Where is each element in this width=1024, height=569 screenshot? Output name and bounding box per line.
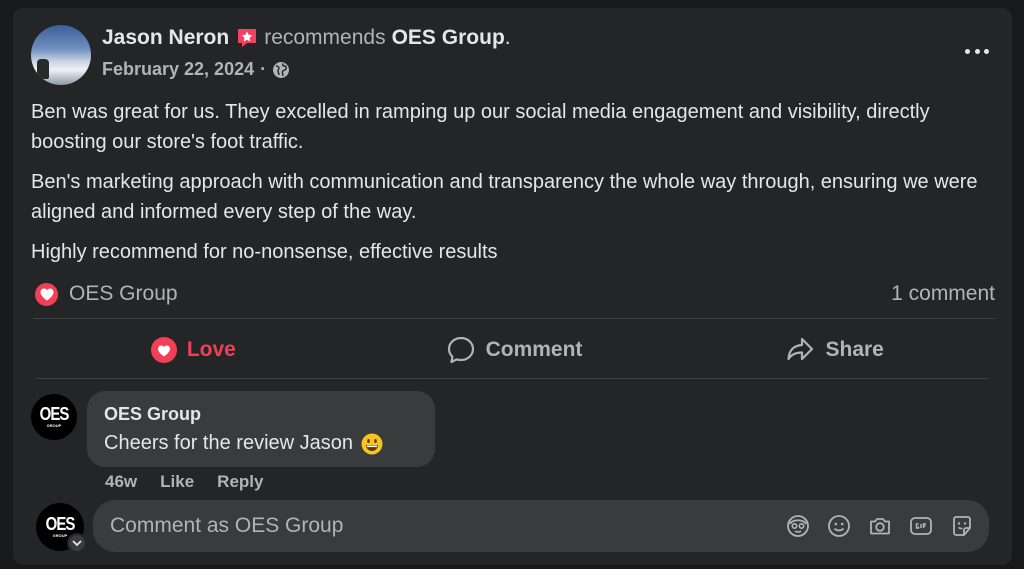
comment-input[interactable]: [110, 514, 750, 538]
comment-text: Cheers for the review Jason: [104, 432, 354, 454]
recommendation-badge-icon: [235, 26, 259, 50]
comment-bubble: OES Group Cheers for the review Jason: [87, 391, 435, 467]
chevron-down-icon: [72, 540, 82, 547]
author-avatar[interactable]: [31, 25, 91, 85]
post-paragraph: Ben's marketing approach with communicat…: [31, 171, 978, 223]
comment-author[interactable]: OES Group: [104, 404, 435, 425]
recommended-page-link[interactable]: OES Group: [392, 26, 505, 50]
post-body: Ben was great for us. They excelled in r…: [31, 97, 991, 277]
share-icon: [787, 337, 814, 361]
comment-meta: 46w Like Reply: [105, 472, 286, 492]
comment-label: Comment: [485, 338, 583, 361]
comment-age[interactable]: 46w: [105, 472, 137, 492]
grinning-emoji-icon: [361, 433, 383, 455]
post-meta: February 22, 2024 ·: [102, 59, 290, 80]
gif-button[interactable]: [908, 513, 934, 539]
comment-text-row: Cheers for the review Jason: [104, 432, 435, 455]
commenter-avatar[interactable]: OES GROUP: [31, 394, 77, 440]
reactions-summary[interactable]: OES Group: [33, 280, 178, 308]
action-bar: Love Comment Share: [33, 326, 995, 374]
divider: [33, 318, 995, 319]
share-button[interactable]: Share: [674, 326, 995, 374]
gif-icon: [910, 517, 932, 535]
recommends-text: recommends: [264, 26, 386, 49]
post-date[interactable]: February 22, 2024: [102, 59, 254, 80]
emoji-icon: [828, 515, 850, 537]
logo-text: OES: [39, 403, 70, 425]
avatar-sticker-button[interactable]: [785, 513, 811, 539]
post-header: Jason Neron recommends OES Group . Febru…: [13, 8, 1012, 98]
post-paragraph: Highly recommend for no-nonsense, effect…: [31, 241, 498, 263]
meta-separator: ·: [260, 59, 267, 79]
profile-switch-button[interactable]: [67, 533, 87, 553]
comment-like-button[interactable]: Like: [160, 472, 194, 492]
comment-button[interactable]: Comment: [354, 326, 675, 374]
emoji-button[interactable]: [826, 513, 852, 539]
comment-count[interactable]: 1 comment: [891, 282, 995, 306]
camera-icon: [870, 518, 890, 535]
more-icon: [965, 48, 970, 54]
post-card: Jason Neron recommends OES Group . Febru…: [13, 8, 1012, 565]
post-paragraph: Ben was great for us. They excelled in r…: [31, 101, 930, 153]
love-label: Love: [186, 338, 236, 361]
comment-reply-button[interactable]: Reply: [217, 472, 263, 492]
more-options-button[interactable]: [962, 40, 992, 62]
love-button[interactable]: Love: [33, 326, 354, 374]
composer-tools: [770, 513, 975, 539]
love-reaction-icon: [150, 337, 177, 363]
camera-button[interactable]: [867, 513, 893, 539]
title-period: .: [504, 26, 511, 49]
post-stats: OES Group 1 comment: [33, 279, 995, 309]
post-title-line: Jason Neron recommends OES Group .: [102, 26, 511, 50]
author-name[interactable]: Jason Neron: [102, 26, 229, 50]
comment-icon: [447, 336, 474, 364]
logo-text: OES: [45, 513, 76, 535]
comment-composer: [93, 500, 989, 552]
share-label: Share: [825, 338, 884, 361]
sticker-button[interactable]: [949, 513, 975, 539]
sticker-icon: [953, 516, 971, 536]
divider: [36, 378, 989, 379]
reactor-name: OES Group: [69, 282, 178, 305]
avatar-sticker-icon: [787, 515, 809, 537]
love-reaction-icon: [33, 280, 60, 308]
globe-icon[interactable]: [272, 61, 290, 79]
